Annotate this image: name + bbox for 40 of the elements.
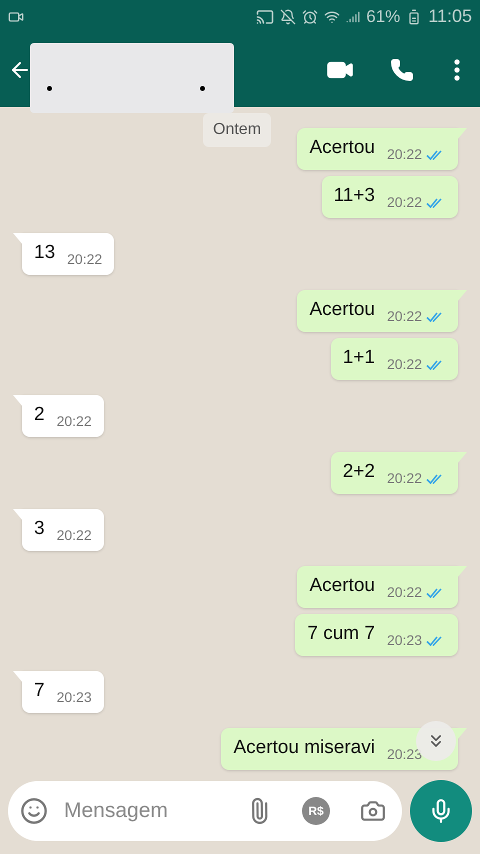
message-time: 20:22 bbox=[386, 583, 422, 602]
emoji-icon[interactable] bbox=[20, 797, 48, 825]
message-text: 2 bbox=[34, 403, 45, 427]
menu-button[interactable] bbox=[454, 59, 460, 81]
message-time: 20:22 bbox=[56, 412, 92, 431]
signal-icon bbox=[346, 10, 360, 24]
message-text: Acertou bbox=[309, 136, 375, 160]
battery-percent: 61% bbox=[366, 6, 400, 28]
message-time: 20:22 bbox=[386, 145, 422, 164]
message-text: 3 bbox=[34, 517, 45, 541]
message-text: 2+2 bbox=[342, 460, 375, 484]
message-time: 20:23 bbox=[56, 688, 92, 707]
mute-icon bbox=[280, 8, 296, 24]
message-time: 20:22 bbox=[386, 193, 422, 212]
message-text: 7 cum 7 bbox=[307, 622, 375, 646]
phone-call-button[interactable] bbox=[390, 58, 414, 82]
message-placeholder: Mensagem bbox=[64, 798, 169, 824]
message-time: 20:22 bbox=[386, 307, 422, 326]
alarm-icon bbox=[302, 8, 318, 24]
cast-icon bbox=[256, 8, 274, 26]
wifi-icon bbox=[324, 8, 340, 24]
message-time: 20:22 bbox=[386, 355, 422, 374]
message-time: 20:23 bbox=[386, 631, 422, 650]
message-text: 1+1 bbox=[342, 346, 375, 370]
message-time: 20:22 bbox=[67, 250, 102, 269]
message-text: 7 bbox=[34, 679, 45, 703]
message-text: Acertou bbox=[309, 574, 375, 598]
message-text: Acertou miseravi bbox=[233, 736, 375, 760]
message-time: 20:22 bbox=[56, 526, 92, 545]
date-chip: Ontem bbox=[203, 113, 272, 147]
message-text: Acertou bbox=[309, 298, 375, 322]
phone-icon bbox=[390, 58, 414, 82]
message-text: 13 bbox=[34, 241, 56, 265]
message-time: 20:22 bbox=[386, 469, 422, 488]
message-text: 11+3 bbox=[334, 184, 375, 208]
payment-button[interactable]: R$ bbox=[302, 797, 330, 825]
clock: 11:05 bbox=[428, 5, 472, 28]
menu-icon bbox=[454, 59, 460, 81]
message-time: 20:23 bbox=[386, 745, 422, 764]
message-field[interactable]: Mensagem R$ bbox=[8, 781, 402, 841]
